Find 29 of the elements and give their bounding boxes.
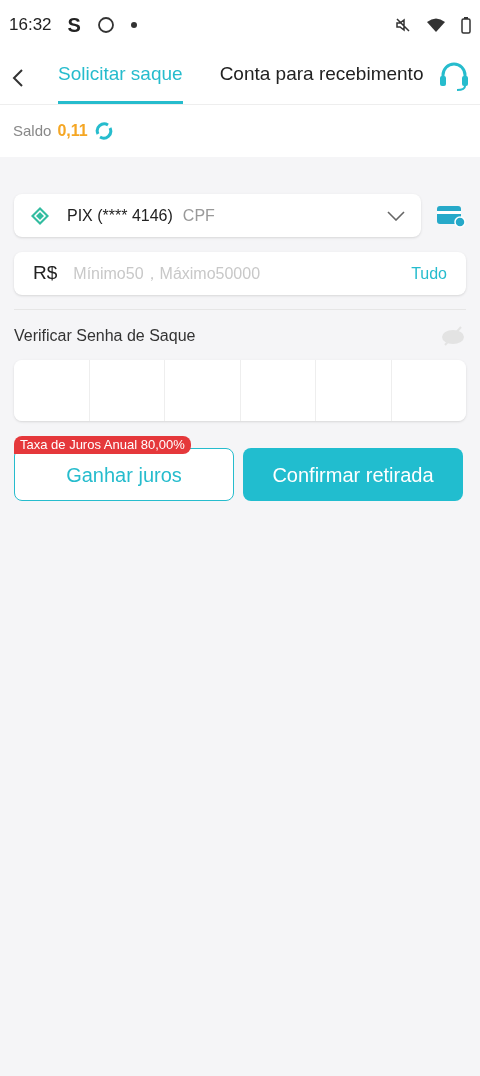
dot-icon bbox=[130, 22, 137, 28]
balance-value: 0,11 bbox=[57, 121, 88, 141]
app-notification-icon: S bbox=[67, 10, 81, 40]
battery-icon bbox=[461, 16, 471, 34]
password-cell[interactable] bbox=[315, 360, 391, 421]
currency-label: R$ bbox=[33, 261, 58, 286]
password-cell[interactable] bbox=[14, 360, 89, 421]
account-select[interactable]: PIX (**** 4146) CPF bbox=[14, 194, 421, 237]
status-time: 16:32 bbox=[9, 14, 52, 37]
balance-label: Saldo bbox=[13, 120, 52, 141]
password-cell[interactable] bbox=[239, 360, 315, 421]
password-label: Verificar Senha de Saque bbox=[14, 326, 196, 346]
wifi-icon bbox=[427, 18, 445, 32]
tab[interactable]: Conta para recebimento bbox=[219, 50, 424, 104]
confirm-withdrawal-button[interactable]: Confirmar retirada bbox=[243, 448, 463, 501]
refresh-icon[interactable] bbox=[93, 121, 114, 141]
interest-rate-badge: Taxa de Juros Anual 80,00% bbox=[14, 436, 191, 454]
headset-icon[interactable] bbox=[438, 62, 470, 92]
password-cell[interactable] bbox=[164, 360, 240, 421]
back-icon[interactable] bbox=[12, 68, 24, 88]
pix-icon bbox=[30, 205, 50, 226]
account-type: CPF bbox=[182, 205, 215, 226]
chevron-down-icon bbox=[387, 210, 405, 221]
password-cell[interactable] bbox=[88, 360, 164, 421]
mute-icon bbox=[395, 17, 411, 33]
card-settings-icon[interactable] bbox=[436, 203, 466, 228]
account-name: PIX (**** 4146) bbox=[67, 205, 173, 226]
password-cell[interactable] bbox=[390, 360, 466, 421]
all-link[interactable]: Tudo bbox=[411, 261, 447, 286]
